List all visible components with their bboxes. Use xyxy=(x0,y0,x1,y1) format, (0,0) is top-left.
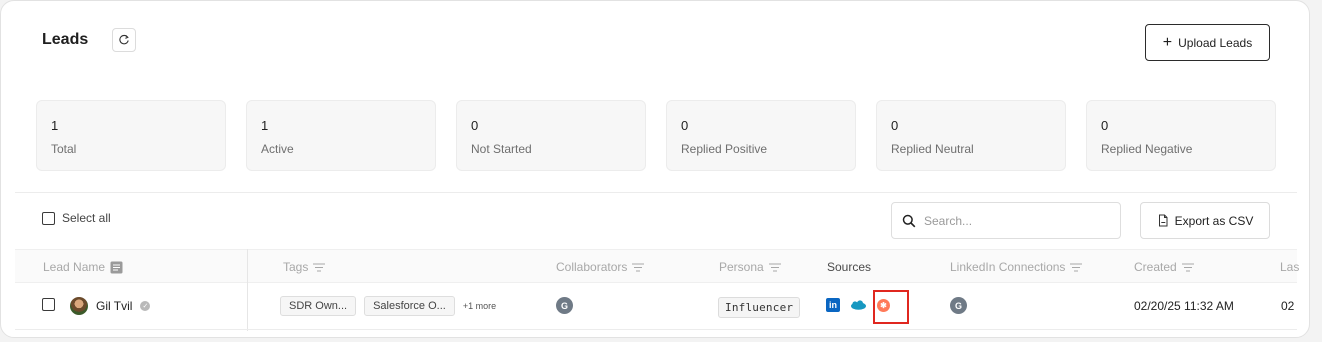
created-cell: 02/20/25 11:32 AM xyxy=(1134,299,1234,313)
more-tags[interactable]: +1 more xyxy=(463,301,496,311)
stat-label: Replied Positive xyxy=(681,142,768,156)
table-header: Lead Name Tags Collaborators Persona Sou… xyxy=(15,249,1299,283)
select-all-checkbox[interactable] xyxy=(42,211,55,225)
stat-value: 0 xyxy=(1101,118,1109,133)
column-label: Tags xyxy=(283,260,309,274)
collaborators-cell: G xyxy=(556,297,573,314)
filter-icon xyxy=(313,263,326,271)
stat-label: Replied Negative xyxy=(1101,142,1193,156)
filter-icon xyxy=(1070,263,1083,271)
avatar xyxy=(70,297,88,315)
column-header-persona[interactable]: Persona xyxy=(719,260,781,274)
search-box[interactable] xyxy=(891,202,1121,239)
stat-label: Active xyxy=(261,142,294,156)
column-label: Created xyxy=(1134,260,1177,274)
salesforce-icon[interactable] xyxy=(850,299,867,311)
tag[interactable]: Salesforce O... xyxy=(364,296,455,316)
stat-value: 0 xyxy=(891,118,899,133)
stat-value: 0 xyxy=(681,118,689,133)
linkedin-icon[interactable]: in xyxy=(826,298,840,312)
persona-cell: Influencer xyxy=(718,297,801,318)
leads-panel: Leads + Upload Leads 1 Total 1 Active 0 … xyxy=(0,0,1310,338)
row-checkbox-cell xyxy=(42,298,55,311)
connection-avatar[interactable]: G xyxy=(950,297,967,314)
plus-icon: + xyxy=(1162,33,1173,51)
verified-icon: ✓ xyxy=(140,301,151,311)
upload-leads-button[interactable]: + Upload Leads xyxy=(1145,24,1270,61)
select-all-label: Select all xyxy=(62,211,111,225)
stats-row: 1 Total 1 Active 0 Not Started 0 Replied… xyxy=(36,100,1278,172)
column-label: Collaborators xyxy=(556,260,628,274)
export-csv-button[interactable]: Export as CSV xyxy=(1140,202,1270,239)
export-csv-label: Export as CSV xyxy=(1174,213,1254,228)
column-label: Las xyxy=(1280,260,1300,274)
collaborator-avatar[interactable]: G xyxy=(556,297,573,314)
csv-file-icon xyxy=(1158,214,1168,227)
stat-total: 1 Total xyxy=(36,100,226,171)
search-icon xyxy=(902,214,916,227)
row-checkbox[interactable] xyxy=(42,298,55,311)
filter-icon xyxy=(1181,263,1194,271)
stat-replied-negative: 0 Replied Negative xyxy=(1086,100,1276,171)
stat-label: Replied Neutral xyxy=(891,142,974,156)
refresh-button[interactable] xyxy=(112,28,136,52)
stat-label: Not Started xyxy=(471,142,532,156)
column-header-last[interactable]: Las xyxy=(1280,260,1299,274)
tags-cell: SDR Own... Salesforce O... +1 more xyxy=(280,296,496,316)
header: Leads + Upload Leads xyxy=(15,15,1297,83)
column-header-created[interactable]: Created xyxy=(1134,260,1194,274)
persona-badge: Influencer xyxy=(718,297,801,318)
select-all[interactable]: Select all xyxy=(42,211,111,225)
search-input[interactable] xyxy=(924,213,1104,228)
column-label: Persona xyxy=(719,260,764,274)
stat-replied-positive: 0 Replied Positive xyxy=(666,100,856,171)
filter-icon xyxy=(768,263,781,271)
column-header-linkedin-connections[interactable]: LinkedIn Connections xyxy=(950,260,1083,274)
page-title: Leads xyxy=(42,31,89,48)
linkedin-connections-cell: G xyxy=(950,297,967,314)
tag[interactable]: SDR Own... xyxy=(280,296,357,316)
table-row[interactable]: Gil Tvil ✓ SDR Own... Salesforce O... +1… xyxy=(15,283,1297,330)
column-header-collaborators[interactable]: Collaborators xyxy=(556,260,645,274)
column-header-sources: Sources xyxy=(827,260,871,274)
highlight-box xyxy=(873,290,909,324)
stat-label: Total xyxy=(51,142,77,156)
column-label: LinkedIn Connections xyxy=(950,260,1066,274)
divider xyxy=(15,192,1297,193)
column-label: Lead Name xyxy=(43,260,106,274)
stat-value: 1 xyxy=(51,118,59,133)
last-cell: 02 xyxy=(1281,299,1295,313)
lead-name[interactable]: Gil Tvil xyxy=(96,299,132,313)
stat-active: 1 Active xyxy=(246,100,436,171)
refresh-icon xyxy=(119,34,129,45)
notes-icon xyxy=(110,261,123,273)
stat-value: 1 xyxy=(261,118,269,133)
upload-leads-label: Upload Leads xyxy=(1178,35,1253,50)
column-label: Sources xyxy=(827,260,872,274)
stat-replied-neutral: 0 Replied Neutral xyxy=(876,100,1066,171)
stat-value: 0 xyxy=(471,118,479,133)
stat-not-started: 0 Not Started xyxy=(456,100,646,171)
filter-icon xyxy=(632,263,645,271)
lead-name-cell[interactable]: Gil Tvil ✓ xyxy=(70,297,151,315)
column-header-lead-name[interactable]: Lead Name xyxy=(43,260,123,274)
column-header-tags[interactable]: Tags xyxy=(283,260,326,274)
